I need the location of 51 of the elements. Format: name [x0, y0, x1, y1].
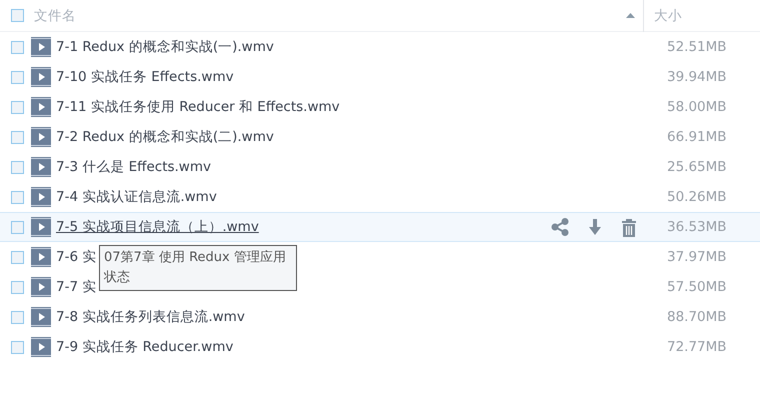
file-size: 25.65MB: [666, 159, 728, 175]
video-file-icon: [31, 37, 51, 57]
delete-icon[interactable]: [621, 218, 637, 236]
file-size: 58.00MB: [666, 99, 728, 115]
checkbox[interactable]: [11, 190, 24, 204]
file-name[interactable]: 7-1 Redux 的概念和实战(一).wmv: [56, 38, 274, 56]
file-name[interactable]: 7-4 实战认证信息流.wmv: [56, 188, 217, 206]
tooltip: 07第7章 使用 Redux 管理应用状态: [99, 245, 297, 291]
video-file-icon: [31, 127, 51, 147]
share-icon[interactable]: [551, 218, 569, 236]
video-file-icon: [31, 247, 51, 267]
select-all-checkbox[interactable]: [11, 9, 24, 22]
file-name[interactable]: 7-3 什么是 Effects.wmv: [56, 158, 211, 176]
file-name[interactable]: 7-7 实: [56, 278, 96, 296]
checkbox[interactable]: [11, 40, 24, 54]
checkbox[interactable]: [11, 220, 24, 234]
checkbox[interactable]: [11, 310, 24, 324]
checkbox[interactable]: [11, 70, 24, 84]
file-size: 39.94MB: [666, 69, 728, 85]
file-size: 66.91MB: [666, 129, 728, 145]
checkbox[interactable]: [11, 280, 24, 294]
file-size: 72.77MB: [666, 339, 728, 355]
video-file-icon: [31, 187, 51, 207]
file-name[interactable]: 7-2 Redux 的概念和实战(二).wmv: [56, 128, 274, 146]
file-name[interactable]: 7-11 实战任务使用 Reducer 和 Effects.wmv: [56, 98, 340, 116]
video-file-icon: [31, 157, 51, 177]
file-name[interactable]: 7-10 实战任务 Effects.wmv: [56, 68, 234, 86]
checkbox[interactable]: [11, 100, 24, 114]
checkbox[interactable]: [11, 160, 24, 174]
video-file-icon: [31, 277, 51, 297]
checkbox[interactable]: [11, 250, 24, 264]
file-size: 50.26MB: [666, 189, 728, 205]
file-size: 57.50MB: [666, 279, 728, 295]
file-name[interactable]: 7-8 实战任务列表信息流.wmv: [56, 308, 245, 326]
file-name[interactable]: 7-9 实战任务 Reducer.wmv: [56, 338, 234, 356]
checkbox[interactable]: [11, 130, 24, 144]
file-size: 52.51MB: [666, 39, 728, 55]
checkbox[interactable]: [11, 340, 24, 354]
video-file-icon: [31, 337, 51, 357]
file-size: 88.70MB: [666, 309, 728, 325]
sort-up-icon[interactable]: [626, 13, 635, 18]
file-name[interactable]: 7-5 实战项目信息流（上）.wmv: [56, 218, 259, 236]
file-size: 37.97MB: [666, 249, 728, 265]
file-name[interactable]: 7-6 实: [56, 248, 96, 266]
file-size: 36.53MB: [666, 219, 728, 235]
video-file-icon: [31, 217, 51, 237]
download-icon[interactable]: [587, 218, 603, 236]
video-file-icon: [31, 307, 51, 327]
video-file-icon: [31, 97, 51, 117]
video-file-icon: [31, 67, 51, 87]
row-highlight[interactable]: 7-5 实战项目信息流（上）.wmv 36.53MB: [0, 212, 760, 242]
